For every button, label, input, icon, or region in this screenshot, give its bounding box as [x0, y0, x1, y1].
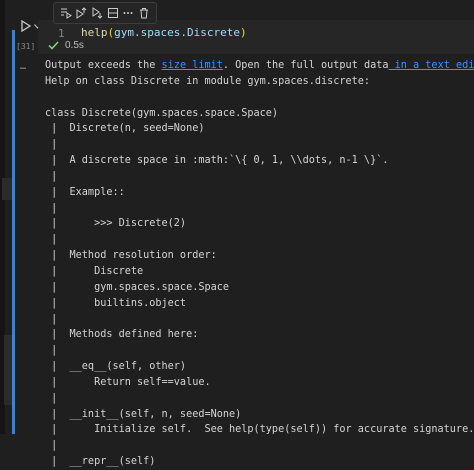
output-more-icon[interactable]: … [20, 61, 27, 72]
play-icon [20, 20, 32, 32]
cell-status: 0.5s [48, 40, 84, 51]
output-line: | Return self==value. [45, 375, 470, 391]
output-line: | Discrete(n, seed=None) [45, 121, 470, 137]
split-cell-icon[interactable] [106, 6, 120, 20]
cell-output: Output exceeds the size limit. Open the … [45, 58, 470, 470]
output-line: class Discrete(gym.spaces.space.Space) [45, 106, 470, 122]
output-line: | Example:: [45, 185, 470, 201]
size-limit-link[interactable]: size limit [162, 60, 223, 71]
output-line: | [45, 312, 470, 328]
output-line: | __eq__(self, other) [45, 359, 470, 375]
output-line: | gym.spaces.space.Space [45, 280, 470, 296]
cell-focus-indicator [12, 30, 15, 434]
check-icon [48, 41, 59, 50]
output-line: | [45, 201, 470, 217]
more-actions-icon[interactable] [121, 6, 135, 20]
execute-above-icon[interactable] [74, 6, 88, 20]
output-line: | builtins.object [45, 296, 470, 312]
output-line: | [45, 343, 470, 359]
code-argument: gym.spaces.Discrete [114, 26, 240, 39]
output-line: | __init__(self, n, seed=None) [45, 407, 470, 423]
output-line: | [45, 232, 470, 248]
run-by-line-icon[interactable] [59, 6, 73, 20]
cell-toolbar [53, 2, 157, 24]
output-line: | [45, 438, 470, 454]
gutter-marker [2, 178, 12, 200]
output-line: | __repr__(self) [45, 454, 470, 470]
output-line: Help on class Discrete in module gym.spa… [45, 74, 470, 90]
output-truncation-notice: Output exceeds the size limit. Open the … [45, 58, 470, 74]
delete-icon[interactable] [137, 6, 151, 20]
output-line: | [45, 169, 470, 185]
output-line: | >>> Discrete(2) [45, 216, 470, 232]
line-number: 1 [58, 27, 65, 40]
output-line: | A discrete space in :math:`\{ 0, 1, \\… [45, 153, 470, 169]
code-line[interactable]: help(gym.spaces.Discrete) [81, 26, 247, 39]
output-line: | Initialize self. See help(type(self)) … [45, 422, 470, 438]
code-paren-close: ) [240, 26, 247, 39]
output-line: | Discrete [45, 264, 470, 280]
execute-below-icon[interactable] [90, 6, 104, 20]
open-in-text-editor-link[interactable]: in a text editor [389, 60, 474, 71]
output-line: | Methods defined here: [45, 327, 470, 343]
execution-time: 0.5s [65, 40, 84, 51]
code-editor[interactable]: 1 help(gym.spaces.Discrete) [38, 20, 474, 54]
code-function: help [81, 26, 108, 39]
output-line [45, 90, 470, 106]
output-line: | [45, 391, 470, 407]
output-line: | Method resolution order: [45, 248, 470, 264]
output-line: | [45, 137, 470, 153]
output-text: Help on class Discrete in module gym.spa… [45, 74, 470, 470]
execution-count: [31] [16, 42, 35, 51]
